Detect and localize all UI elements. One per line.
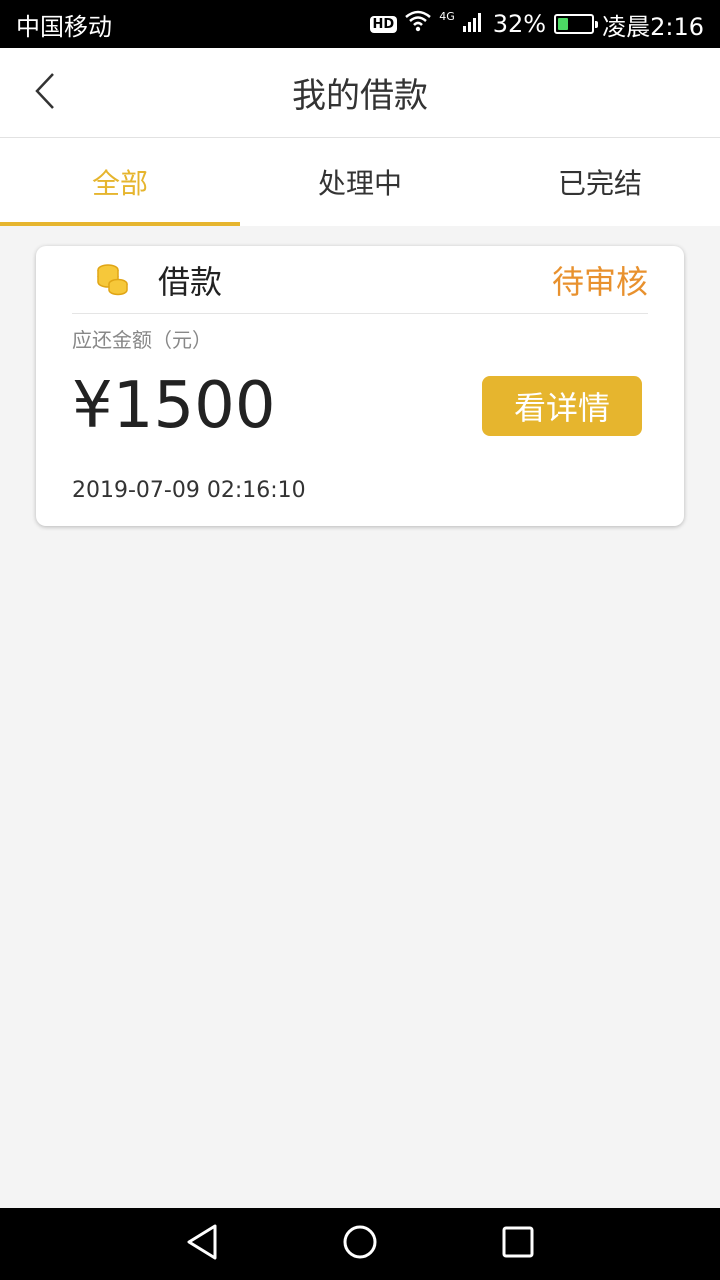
tab-processing[interactable]: 处理中 [240,138,480,226]
battery-percent: 32% [492,10,547,38]
status-badge: 待审核 [551,262,648,301]
carrier-label: 中国移动 [16,12,112,41]
coins-icon [94,262,130,298]
battery-fill [558,18,569,30]
status-bar: 中国移动 HD 4G 32% 凌晨2:16 [0,0,720,48]
nav-bar: 我的借款 [0,48,720,138]
network-label: 4G [439,9,455,23]
tab-completed[interactable]: 已完结 [480,138,720,226]
system-home-button[interactable] [336,1220,384,1268]
amount-value: ¥1500 [72,369,276,443]
system-back-button[interactable] [178,1220,226,1268]
clock: 凌晨2:16 [602,12,704,41]
hd-badge: HD [369,15,398,33]
wifi-icon [405,10,432,38]
battery-icon [554,14,599,34]
view-details-button[interactable]: 看详情 [482,376,642,436]
amount-label: 应还金额（元） [72,328,212,352]
back-button[interactable] [20,68,70,118]
loan-card-header: 借款 待审核 [72,246,648,314]
triangle-back-icon [185,1223,219,1265]
loan-timestamp: 2019-07-09 02:16:10 [72,478,306,503]
system-recent-button[interactable] [494,1220,542,1268]
tab-all[interactable]: 全部 [0,138,240,226]
status-icons: HD 4G 32% 凌晨2:16 [369,7,704,42]
chevron-left-icon [33,71,57,115]
square-recent-icon [502,1226,534,1262]
tab-bar: 全部 处理中 已完结 [0,138,720,226]
loan-card[interactable]: 借款 待审核 应还金额（元） ¥1500 看详情 2019-07-09 02:1… [36,246,684,526]
page-title: 我的借款 [292,76,428,116]
circle-home-icon [342,1224,378,1264]
signal-icon [462,10,485,38]
system-nav-bar [0,1208,720,1280]
loan-type-label: 借款 [158,262,223,301]
